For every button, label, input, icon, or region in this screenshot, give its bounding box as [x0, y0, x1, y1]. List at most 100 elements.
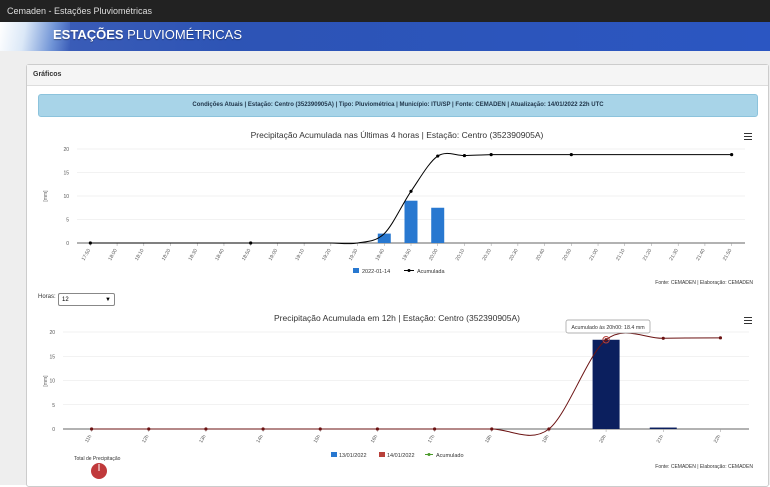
c1-point-20:10: [462, 153, 467, 158]
chart2-grid: [63, 331, 749, 432]
banner-title-light: PLUVIOMÉTRICAS: [123, 27, 243, 42]
site-banner: ESTAÇÕES PLUVIOMÉTRICAS: [0, 22, 770, 51]
chart1-credit: Fonte: CEMADEN | Elaboração: CEMADEN: [655, 280, 753, 286]
c1-x-tick-label: 18:10: [134, 248, 146, 262]
chart1-y-ticks: 0 5 10 15 20: [63, 147, 69, 247]
chart2-credit: Fonte: CEMADEN | Elaboração: CEMADEN: [655, 464, 753, 470]
c2-cumulative-line: [91, 332, 721, 436]
c1-bar-19:40: [377, 233, 391, 243]
c1-x-tick-label: 19:00: [268, 248, 280, 262]
legend-acumulada-marker: [407, 269, 411, 272]
window-titlebar: Cemaden - Estações Pluviométricas: [0, 0, 770, 22]
legend-2022-01-14[interactable]: 2022-01-14: [362, 269, 390, 275]
c2-y-tick-label: 5: [52, 403, 55, 409]
c1-x-tick-label: 18:50: [241, 248, 253, 262]
c1-x-tick-label: 20:00: [428, 248, 440, 262]
c2-x-tick-label: 12h: [141, 434, 150, 444]
chart1-bars: [377, 200, 445, 243]
total-precipitation-label: Total de Precipitação: [74, 456, 121, 462]
c1-bar-19:50: [404, 200, 418, 243]
c2-x-tick-label: 21h: [656, 434, 665, 444]
c2-point-17h: [432, 427, 437, 431]
c2-point-12h: [147, 427, 151, 431]
c2-y-tick-label: 10: [49, 379, 55, 385]
c2-y-tick-label: 20: [49, 330, 55, 336]
legend-14-01-2022-swatch: [379, 452, 385, 457]
c2-y-tick-label: 15: [49, 354, 55, 360]
chart1-title: Precipitação Acumulada nas Últimas 4 hor…: [251, 130, 544, 140]
c1-y-tick-label: 10: [63, 194, 69, 200]
c2-point-11h: [89, 427, 94, 431]
c2-point-21h: [661, 336, 665, 340]
c1-x-tick-label: 20:20: [481, 248, 493, 262]
c1-bar-20:00: [431, 207, 445, 243]
c2-point-18h: [490, 427, 494, 431]
c2-x-tick-label: 17h: [427, 434, 436, 444]
c1-x-tick-label: 18:30: [188, 248, 200, 262]
c2-point-22h: [718, 336, 723, 340]
c1-point-18:50: [249, 241, 253, 245]
banner-title-bold: ESTAÇÕES: [53, 27, 124, 42]
c2-point-20h: [604, 338, 608, 342]
chart-12h: Precipitação Acumulada em 12h | Estação:…: [43, 313, 753, 479]
c1-x-tick-label: 20:30: [508, 248, 520, 262]
chart2-y-ticks: 0 5 10 15 20: [49, 330, 55, 433]
c1-x-tick-label: 21:30: [668, 248, 680, 262]
legend-acumulado-marker: [427, 453, 431, 456]
c2-point-15h: [318, 427, 322, 431]
c1-x-tick-label: 21:50: [722, 248, 734, 262]
chart2-y-label: [mm]: [43, 375, 49, 387]
c1-x-tick-label: 19:30: [348, 248, 360, 262]
c2-x-tick-label: 13h: [198, 434, 207, 444]
hours-label: Horas:: [38, 294, 56, 300]
legend-13-01-2022-swatch: [331, 452, 337, 457]
c1-point-21:50: [730, 153, 734, 157]
chart1-x-ticks: 17:50 18:00 18:10 18:20 18:30 18:40 18:50 19:00…: [81, 248, 734, 262]
c1-y-tick-label: 0: [66, 241, 69, 247]
hours-select-value: 12: [62, 297, 69, 303]
c2-bar-21h: [649, 427, 677, 429]
c1-x-tick-label: 20:40: [535, 248, 547, 262]
c1-x-tick-label: 20:10: [455, 248, 467, 262]
c1-x-tick-label: 21:10: [615, 248, 627, 262]
c2-y-tick-label: 0: [52, 427, 55, 433]
c1-point-17:50: [88, 241, 92, 245]
c2-point-16h: [375, 427, 380, 431]
chart2-bars: [592, 339, 677, 429]
c2-point-14h: [261, 427, 265, 431]
c1-y-tick-label: 15: [63, 171, 69, 177]
legend-14-01-2022[interactable]: 14/01/2022: [387, 453, 415, 459]
legend-acumulada[interactable]: Acumulada: [417, 269, 445, 275]
c1-point-20:50: [569, 153, 573, 157]
legend-13-01-2022[interactable]: 13/01/2022: [339, 453, 367, 459]
chart2-title: Precipitação Acumulada em 12h | Estação:…: [274, 313, 520, 323]
c1-x-tick-label: 21:00: [588, 248, 600, 262]
c1-y-tick-label: 20: [63, 147, 69, 153]
tooltip-text: Acumulado às 20h00: 18.4 mm: [571, 325, 645, 331]
c1-x-tick-label: 19:20: [321, 248, 333, 262]
c1-y-tick-label: 5: [66, 218, 69, 224]
c1-x-tick-label: 19:40: [375, 248, 387, 262]
c1-point-19:50: [409, 189, 413, 193]
c2-x-tick-label: 14h: [255, 434, 264, 444]
c2-x-tick-label: 22h: [713, 434, 722, 444]
chart-4h: Precipitação Acumulada nas Últimas 4 hor…: [43, 130, 753, 286]
legend-2022-01-14-swatch: [353, 268, 359, 273]
chart1-y-label: [mm]: [43, 190, 49, 202]
c1-x-tick-label: 21:40: [695, 248, 707, 262]
c2-bar-20h: [592, 339, 620, 429]
c2-x-tick-label: 20h: [598, 434, 607, 444]
c1-x-tick-label: 18:00: [107, 248, 119, 262]
c1-x-tick-label: 18:20: [161, 248, 173, 262]
legend-acumulado[interactable]: Acumulado: [436, 453, 464, 459]
chart2-tooltip: Acumulado às 20h00: 18.4 mm: [565, 319, 651, 334]
c1-x-tick-label: 19:10: [294, 248, 306, 262]
c2-point-13h: [204, 427, 208, 431]
c2-x-tick-label: 18h: [484, 434, 493, 444]
chart1-legend: 2022-01-14 Acumulada: [353, 268, 445, 275]
current-conditions-bar: Condições Atuais | Estação: Centro (3523…: [38, 94, 758, 117]
window-title: Cemaden - Estações Pluviométricas: [7, 6, 153, 16]
chart2-line: [89, 332, 723, 436]
c2-x-tick-label: 11h: [84, 434, 93, 444]
c2-x-tick-label: 16h: [370, 434, 379, 444]
